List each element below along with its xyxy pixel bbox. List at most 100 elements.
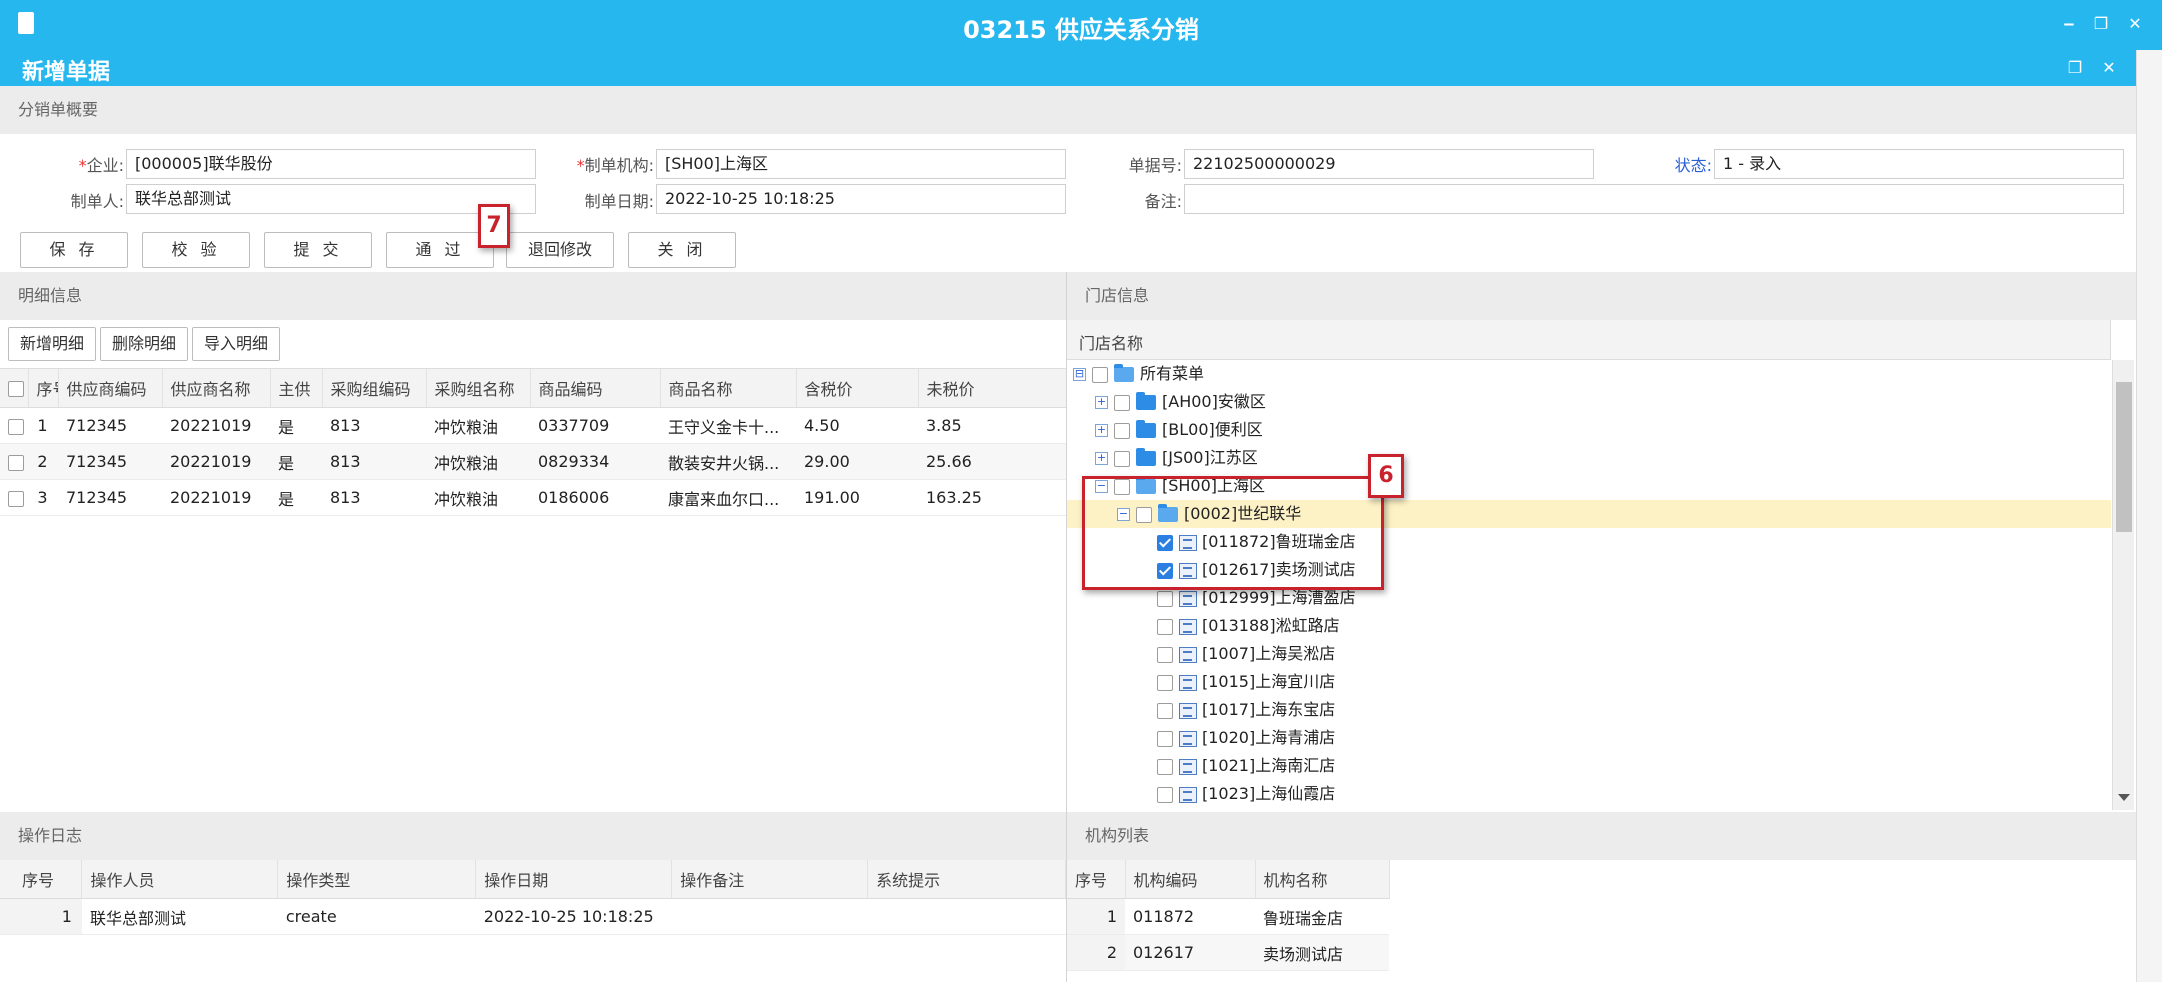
row-checkbox[interactable] <box>0 479 28 516</box>
cell-main-supplier: 是 <box>270 479 322 516</box>
delete-detail-button[interactable]: 删除明细 <box>100 327 188 361</box>
col-product-code[interactable]: 商品编码 <box>530 369 661 408</box>
store-column-label[interactable]: 门店名称 <box>1079 330 1143 354</box>
submit-button[interactable]: 提 交 <box>264 232 372 268</box>
remark-field[interactable] <box>1184 184 2124 214</box>
expand-icon[interactable]: + <box>1095 424 1108 437</box>
log-col-system-tip[interactable]: 系统提示 <box>867 860 1066 899</box>
log-col-operator[interactable]: 操作人员 <box>81 860 279 899</box>
row-checkbox[interactable] <box>0 443 28 480</box>
log-col-type[interactable]: 操作类型 <box>277 860 477 899</box>
tree-node-js00[interactable]: + [JS00]江苏区 <box>1095 444 1258 472</box>
tree-label: [1021]上海南汇店 <box>1202 756 1336 775</box>
cell-price-with-tax: 29.00 <box>796 443 918 480</box>
tree-checkbox[interactable] <box>1157 786 1173 803</box>
select-all-checkbox[interactable] <box>0 369 29 408</box>
expand-icon[interactable]: + <box>1095 452 1108 465</box>
tree-node-1015[interactable]: [1015]上海宜川店 <box>1157 668 1335 696</box>
reject-button[interactable]: 退回修改 <box>506 232 614 268</box>
form-close-icon[interactable]: ✕ <box>2098 58 2120 77</box>
tree-checkbox[interactable] <box>1157 758 1173 775</box>
cell-supplier-code: 712345 <box>58 407 162 444</box>
tree-node-bl00[interactable]: + [BL00]便利区 <box>1095 416 1263 444</box>
tree-checkbox[interactable] <box>1157 702 1173 719</box>
col-purchase-group-code[interactable]: 采购组编码 <box>322 369 427 408</box>
tree-checkbox[interactable] <box>1157 590 1173 607</box>
orgs-col-code[interactable]: 机构编码 <box>1125 860 1256 899</box>
cell-product-name: 散装安井火锅... <box>660 443 796 480</box>
log-cell-seq: 1 <box>0 898 82 935</box>
step6-highlight-box <box>1082 476 1384 590</box>
date-field[interactable]: 2022-10-25 10:18:25 <box>656 184 1066 214</box>
row-checkbox[interactable] <box>0 407 28 444</box>
tree-label: [BL00]便利区 <box>1162 420 1263 439</box>
col-price-with-tax[interactable]: 含税价 <box>796 369 919 408</box>
tree-node-1021[interactable]: [1021]上海南汇店 <box>1157 752 1335 780</box>
store-icon <box>1179 758 1197 775</box>
orgs-row[interactable]: 1 011872 鲁班瑞金店 <box>1067 898 1389 935</box>
add-detail-button[interactable]: 新增明细 <box>8 327 96 361</box>
col-supplier-code[interactable]: 供应商编码 <box>58 369 163 408</box>
tree-checkbox[interactable] <box>1092 366 1108 383</box>
table-row[interactable]: 2 712345 20221019 是 813 冲饮粮油 0829334 散装安… <box>0 443 1066 480</box>
org-field[interactable]: [SH00]上海区 <box>656 149 1066 179</box>
collapse-icon[interactable]: ⊟ <box>1073 368 1086 381</box>
close-icon[interactable]: ✕ <box>2124 14 2146 33</box>
tree-node-013188[interactable]: [013188]淞虹路店 <box>1157 612 1340 640</box>
tree-checkbox[interactable] <box>1157 646 1173 663</box>
save-button[interactable]: 保 存 <box>20 232 128 268</box>
col-main-supplier[interactable]: 主供 <box>270 369 323 408</box>
col-price-without-tax[interactable]: 未税价 <box>918 369 1067 408</box>
tree-node-root[interactable]: ⊟ 所有菜单 <box>1073 360 1204 388</box>
form-restore-icon[interactable]: ❐ <box>2064 58 2086 77</box>
company-field[interactable]: [000005]联华股份 <box>126 149 536 179</box>
log-col-date[interactable]: 操作日期 <box>475 860 673 899</box>
window-title: 03215 供应关系分销 <box>963 16 1199 44</box>
tree-checkbox[interactable] <box>1114 394 1130 411</box>
cell-product-code: 0829334 <box>530 443 660 480</box>
table-row[interactable]: 1 712345 20221019 是 813 冲饮粮油 0337709 王守义… <box>0 407 1066 444</box>
log-cell-date: 2022-10-25 10:18:25 <box>475 898 672 935</box>
folder-open-icon <box>1114 364 1134 382</box>
restore-icon[interactable]: ❐ <box>2090 14 2112 33</box>
orgs-grid: 序号 机构编码 机构名称 1 011872 鲁班瑞金店 2 012617 卖场测… <box>1067 860 2136 982</box>
doc-no-field[interactable]: 22102500000029 <box>1184 149 1594 179</box>
scroll-down-arrow-icon[interactable] <box>2118 794 2130 801</box>
tree-checkbox[interactable] <box>1114 450 1130 467</box>
status-field[interactable]: 1 - 录入 <box>1714 149 2124 179</box>
tree-node-1007[interactable]: [1007]上海吴淞店 <box>1157 640 1335 668</box>
tree-node-1023[interactable]: [1023]上海仙霞店 <box>1157 780 1335 808</box>
orgs-row[interactable]: 2 012617 卖场测试店 <box>1067 934 1389 971</box>
import-detail-button[interactable]: 导入明细 <box>192 327 280 361</box>
verify-button[interactable]: 校 验 <box>142 232 250 268</box>
tree-checkbox[interactable] <box>1157 674 1173 691</box>
tree-node-1017[interactable]: [1017]上海东宝店 <box>1157 696 1335 724</box>
log-col-seq[interactable]: 序号 <box>0 860 83 899</box>
cell-product-code: 0337709 <box>530 407 660 444</box>
tree-node-ah00[interactable]: + [AH00]安徽区 <box>1095 388 1266 416</box>
orgs-col-name[interactable]: 机构名称 <box>1255 860 1390 899</box>
minimize-icon[interactable]: ‒ <box>2058 14 2080 33</box>
orgs-cell-name: 卖场测试店 <box>1255 934 1389 971</box>
col-supplier-name[interactable]: 供应商名称 <box>162 369 271 408</box>
store-icon <box>1179 646 1197 663</box>
orgs-col-seq[interactable]: 序号 <box>1067 860 1126 899</box>
tree-checkbox[interactable] <box>1157 618 1173 635</box>
tree-checkbox[interactable] <box>1157 730 1173 747</box>
cell-supplier-code: 712345 <box>58 479 162 516</box>
tree-checkbox[interactable] <box>1114 422 1130 439</box>
tree-scrollbar[interactable] <box>2112 360 2134 810</box>
log-cell-type: create <box>277 898 476 935</box>
close-button[interactable]: 关 闭 <box>628 232 736 268</box>
tree-label: [1007]上海吴淞店 <box>1202 644 1336 663</box>
col-seq[interactable]: 序号 <box>28 369 59 408</box>
col-product-name[interactable]: 商品名称 <box>660 369 797 408</box>
tree-scrollbar-thumb[interactable] <box>2116 382 2132 532</box>
log-col-remark[interactable]: 操作备注 <box>671 860 869 899</box>
tree-node-1020[interactable]: [1020]上海青浦店 <box>1157 724 1335 752</box>
table-row[interactable]: 3 712345 20221019 是 813 冲饮粮油 0186006 康富来… <box>0 479 1066 516</box>
col-purchase-group-name[interactable]: 采购组名称 <box>426 369 531 408</box>
creator-field[interactable]: 联华总部测试 <box>126 184 536 214</box>
expand-icon[interactable]: + <box>1095 396 1108 409</box>
log-row[interactable]: 1 联华总部测试 create 2022-10-25 10:18:25 <box>0 898 1066 935</box>
